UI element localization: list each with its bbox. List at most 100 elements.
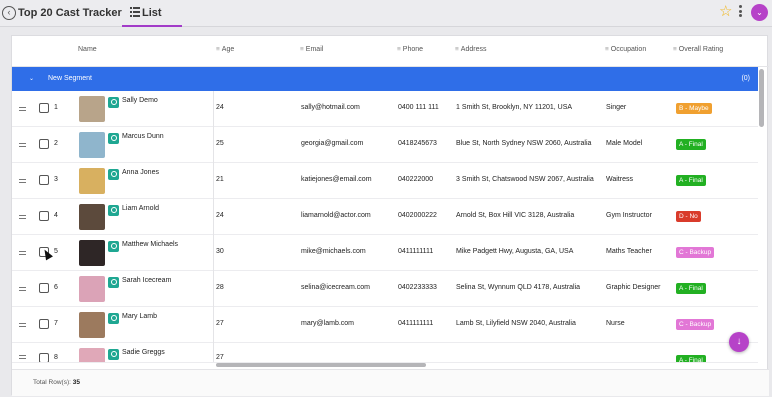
cell-name[interactable]: Sadie Greggs xyxy=(122,349,165,356)
cast-photo[interactable] xyxy=(79,276,105,302)
table-row[interactable]: 6 Sarah Icecream 28 selina@icecream.com … xyxy=(12,271,758,307)
star-icon[interactable]: ☆ xyxy=(719,4,732,19)
drag-handle-icon[interactable] xyxy=(19,179,26,183)
row-checkbox[interactable] xyxy=(39,103,49,113)
header-phone[interactable]: ≡ Phone xyxy=(397,46,423,53)
cell-email[interactable]: liamarnold@actor.com xyxy=(301,212,371,219)
cast-photo[interactable] xyxy=(79,312,105,338)
cell-occupation[interactable]: Maths Teacher xyxy=(606,248,652,255)
vertical-scrollbar[interactable] xyxy=(759,69,764,127)
header-address[interactable]: ≡ Address xyxy=(455,46,486,53)
cell-address[interactable]: Blue St, North Sydney NSW 2060, Australi… xyxy=(456,140,591,147)
cell-occupation[interactable]: Gym Instructor xyxy=(606,212,652,219)
rating-badge[interactable]: A - Final xyxy=(676,139,706,150)
rating-badge[interactable]: C - Backup xyxy=(676,319,715,330)
cell-age[interactable]: 21 xyxy=(216,176,224,183)
cell-address[interactable]: 1 Smith St, Brooklyn, NY 11201, USA xyxy=(456,104,572,111)
cell-address[interactable]: 3 Smith St, Chatswood NSW 2067, Australi… xyxy=(456,176,594,183)
drag-handle-icon[interactable] xyxy=(19,251,26,255)
person-icon[interactable] xyxy=(108,97,119,108)
cell-age[interactable]: 25 xyxy=(216,140,224,147)
drag-handle-icon[interactable] xyxy=(19,107,26,111)
cell-occupation[interactable]: Singer xyxy=(606,104,626,111)
header-occupation[interactable]: ≡ Occupation xyxy=(605,46,646,53)
cell-age[interactable]: 27 xyxy=(216,354,224,361)
row-checkbox[interactable] xyxy=(39,175,49,185)
header-email[interactable]: ≡ Email xyxy=(300,46,323,53)
rating-badge[interactable]: C - Backup xyxy=(676,247,715,258)
header-name[interactable]: Name xyxy=(78,46,97,53)
chevron-down-icon[interactable]: ⌄ xyxy=(29,75,34,82)
cell-name[interactable]: Mary Lamb xyxy=(122,313,157,320)
cell-age[interactable]: 24 xyxy=(216,212,224,219)
rating-badge[interactable]: D - No xyxy=(676,211,701,222)
cell-occupation[interactable]: Male Model xyxy=(606,140,642,147)
table-row[interactable]: 4 Liam Arnold 24 liamarnold@actor.com 04… xyxy=(12,199,758,235)
person-icon[interactable] xyxy=(108,133,119,144)
cell-address[interactable]: Mike Padgett Hwy, Augusta, GA, USA xyxy=(456,248,573,255)
cell-occupation[interactable]: Waitress xyxy=(606,176,633,183)
cell-occupation[interactable]: Graphic Designer xyxy=(606,284,660,291)
table-row[interactable]: 3 Anna Jones 21 katiejones@email.com 040… xyxy=(12,163,758,199)
rating-badge[interactable]: A - Final xyxy=(676,283,706,294)
table-row[interactable]: 7 Mary Lamb 27 mary@lamb.com 0411111111 … xyxy=(12,307,758,343)
table-row[interactable]: 1 Sally Demo 24 sally@hotmail.com 0400 1… xyxy=(12,91,758,127)
cell-phone[interactable]: 040222000 xyxy=(398,176,433,183)
drag-handle-icon[interactable] xyxy=(19,143,26,147)
row-checkbox[interactable] xyxy=(39,319,49,329)
cell-phone[interactable]: 0418245673 xyxy=(398,140,437,147)
horizontal-scrollbar[interactable] xyxy=(216,363,426,367)
cast-photo[interactable] xyxy=(79,204,105,230)
table-row[interactable]: 5 Matthew Michaels 30 mike@michaels.com … xyxy=(12,235,758,271)
cell-phone[interactable]: 0400 111 111 xyxy=(398,104,439,111)
table-row[interactable]: 2 Marcus Dunn 25 georgia@gmail.com 04182… xyxy=(12,127,758,163)
drag-handle-icon[interactable] xyxy=(19,355,26,359)
cell-name[interactable]: Liam Arnold xyxy=(122,205,159,212)
cell-occupation[interactable]: Nurse xyxy=(606,320,625,327)
header-rating[interactable]: ≡ Overall Rating xyxy=(673,46,723,53)
cell-age[interactable]: 28 xyxy=(216,284,224,291)
cell-address[interactable]: Arnold St, Box Hill VIC 3128, Australia xyxy=(456,212,574,219)
cell-name[interactable]: Sarah Icecream xyxy=(122,277,171,284)
cell-email[interactable]: katiejones@email.com xyxy=(301,176,372,183)
cell-name[interactable]: Marcus Dunn xyxy=(122,133,164,140)
cell-age[interactable]: 30 xyxy=(216,248,224,255)
cell-email[interactable]: selina@icecream.com xyxy=(301,284,370,291)
person-icon[interactable] xyxy=(108,313,119,324)
cast-photo[interactable] xyxy=(79,132,105,158)
row-checkbox[interactable] xyxy=(39,211,49,221)
cell-address[interactable]: Lamb St, Lilyfield NSW 2040, Australia xyxy=(456,320,576,327)
row-checkbox[interactable] xyxy=(39,139,49,149)
drag-handle-icon[interactable] xyxy=(19,323,26,327)
table-row[interactable]: 8 Sadie Greggs 27 A - Final xyxy=(12,343,758,363)
cell-email[interactable]: mike@michaels.com xyxy=(301,248,366,255)
cast-photo[interactable] xyxy=(79,348,105,362)
back-icon[interactable]: ‹ xyxy=(2,6,16,20)
person-icon[interactable] xyxy=(108,349,119,360)
cell-age[interactable]: 24 xyxy=(216,104,224,111)
cell-name[interactable]: Anna Jones xyxy=(122,169,159,176)
header-age[interactable]: ≡ Age xyxy=(216,46,234,53)
profile-menu-button[interactable]: ⌄ xyxy=(751,4,768,21)
cast-photo[interactable] xyxy=(79,240,105,266)
person-icon[interactable] xyxy=(108,277,119,288)
cell-phone[interactable]: 0411111111 xyxy=(398,320,433,327)
person-icon[interactable] xyxy=(108,241,119,252)
cell-phone[interactable]: 0402233333 xyxy=(398,284,437,291)
cell-email[interactable]: sally@hotmail.com xyxy=(301,104,360,111)
scroll-down-button[interactable]: ↓ xyxy=(729,332,749,352)
row-checkbox[interactable] xyxy=(39,353,49,362)
cell-age[interactable]: 27 xyxy=(216,320,224,327)
row-checkbox[interactable] xyxy=(39,283,49,293)
cell-name[interactable]: Matthew Michaels xyxy=(122,241,178,248)
cell-name[interactable]: Sally Demo xyxy=(122,97,158,104)
segment-group-header[interactable]: ⌄ New Segment (0) xyxy=(12,67,758,91)
cell-email[interactable]: georgia@gmail.com xyxy=(301,140,363,147)
cell-phone[interactable]: 0411111111 xyxy=(398,248,433,255)
drag-handle-icon[interactable] xyxy=(19,287,26,291)
tab-list[interactable]: List xyxy=(122,0,182,27)
cast-photo[interactable] xyxy=(79,96,105,122)
cell-email[interactable]: mary@lamb.com xyxy=(301,320,354,327)
person-icon[interactable] xyxy=(108,205,119,216)
person-icon[interactable] xyxy=(108,169,119,180)
